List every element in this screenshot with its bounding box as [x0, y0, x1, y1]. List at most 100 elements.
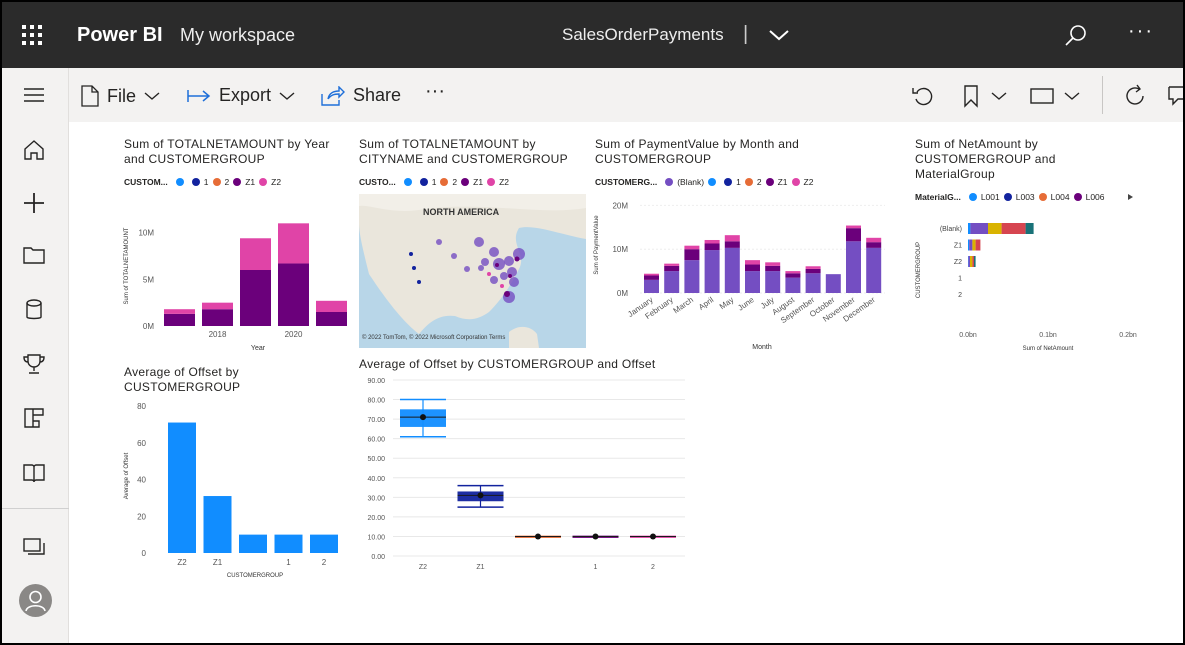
legend-dot: [1003, 193, 1012, 201]
bar: [274, 534, 303, 553]
y-tick-label: 80.00: [367, 398, 385, 405]
chart-month[interactable]: 0M10M20MSum of PaymentValueJanuaryFebrua…: [590, 190, 890, 355]
y-tick-label: 10M: [138, 229, 154, 238]
export-menu-button[interactable]: Export: [187, 85, 295, 106]
export-label: Export: [219, 85, 272, 105]
legend-label: L001: [980, 192, 1000, 202]
visual-title-box-offset: Average of Offset by CUSTOMERGROUP and O…: [359, 357, 656, 371]
mean-point: [650, 533, 656, 540]
x-tick-label: Z2: [177, 558, 187, 567]
legend-label: 1: [431, 177, 437, 187]
create-icon[interactable]: [22, 191, 46, 215]
y-tick-label: 0M: [617, 289, 628, 298]
x-tick-label: March: [672, 295, 695, 315]
x-tick-label: June: [736, 295, 756, 313]
x-tick-label: May: [718, 295, 736, 311]
bar-l003: [988, 223, 1002, 234]
bar-z2: [846, 225, 861, 229]
bar-z1: [724, 241, 740, 248]
bar-z1: [785, 273, 801, 278]
bar-z2: [664, 263, 680, 266]
home-icon[interactable]: [22, 138, 46, 162]
bar-blank: [805, 273, 821, 293]
bar-blank: [825, 274, 841, 293]
share-button[interactable]: Share: [321, 85, 401, 106]
chevron-down-icon[interactable]: [768, 28, 790, 42]
reset-icon[interactable]: [911, 84, 935, 108]
menu-icon[interactable]: [22, 83, 46, 107]
map-visual[interactable]: NORTH AMERICA © 2022 TomTom, © 2022 Micr…: [359, 194, 586, 348]
legend-dot: [191, 178, 200, 186]
file-icon: [81, 85, 99, 107]
comment-icon[interactable]: [1166, 84, 1185, 108]
visual-title-year: Sum of TOTALNETAMOUNT by Year and CUSTOM…: [124, 137, 330, 166]
map-attribution[interactable]: © 2022 TomTom, © 2022 Microsoft Corporat…: [362, 335, 505, 341]
legend-title: CUSTOM...: [124, 177, 168, 187]
y-tick-label: 2: [958, 292, 962, 299]
y-tick-label: (Blank): [940, 226, 962, 233]
legend-year: CUSTOM... 1 2 Z1 Z2: [124, 177, 281, 187]
file-label: File: [107, 85, 137, 106]
y-axis-label: Sum of TOTALNETAMOUNT: [124, 227, 130, 304]
legend-city: CUSTO... 1 2 Z1 Z2: [359, 177, 509, 187]
legend-dot: [765, 178, 774, 186]
bar-z2: [644, 273, 659, 276]
x-tick-label: 0.1bn: [1039, 332, 1057, 339]
legend-dot: [233, 178, 242, 186]
chart-material[interactable]: (Blank) Z1 Z2 1 2 0.0bn 0.1bn 0.2bn Sum of NetAm…: [910, 210, 1150, 360]
x-tick-label: 0.0bn: [959, 332, 977, 339]
bar: [168, 422, 196, 553]
bar-blank: [684, 260, 700, 293]
bookmark-icon[interactable]: [962, 84, 1008, 108]
chart-box-offset[interactable]: 0.00 10.00 20.00 30.00 40.00 50.00 60.00 70.00 8…: [355, 372, 695, 582]
mean-point: [535, 533, 541, 540]
legend-label: 2: [452, 177, 458, 187]
bar-z1: [745, 264, 760, 272]
chart-avg-offset[interactable]: 0 20 40 60 80 Average of Offset Z2 Z1 1 2 CUSTOMER…: [118, 396, 348, 586]
y-tick-label: 40.00: [367, 476, 385, 483]
legend-dot: [403, 178, 412, 186]
bar-z2: [745, 260, 760, 265]
map-canvas: [359, 194, 586, 348]
view-icon[interactable]: [1029, 84, 1083, 108]
brand-logo[interactable]: Power BI: [77, 24, 163, 47]
chevron-down-icon: [144, 92, 160, 100]
toolbar-more-icon[interactable]: ···: [425, 80, 445, 103]
y-axis-label: Sum of PaymentValue: [594, 215, 600, 275]
x-tick-label: 2018: [209, 330, 227, 339]
more-options-icon[interactable]: ···: [1128, 20, 1154, 43]
chevron-down-icon: [279, 91, 295, 100]
bar-z2: [202, 302, 233, 310]
goals-icon[interactable]: [22, 352, 46, 376]
bar-l006: [1025, 223, 1034, 234]
x-tick-label: 2020: [285, 330, 303, 339]
legend-next-icon[interactable]: [1126, 193, 1134, 201]
left-nav: [0, 68, 69, 645]
bar-z2: [316, 300, 347, 312]
y-tick-label: Z1: [954, 243, 962, 250]
bar-z1: [664, 265, 680, 272]
learn-icon[interactable]: [22, 461, 46, 485]
top-bar: Power BI My workspace SalesOrderPayments…: [0, 0, 1185, 68]
refresh-icon[interactable]: [1122, 83, 1148, 109]
file-menu-button[interactable]: File: [81, 85, 160, 107]
bar-l006: [974, 256, 976, 267]
datahub-icon[interactable]: [22, 298, 46, 322]
browse-icon[interactable]: [22, 243, 46, 267]
mean-point: [592, 533, 599, 540]
app-launcher-icon[interactable]: [22, 25, 42, 45]
legend-label: 1: [736, 177, 741, 187]
legend-label: Z1: [777, 177, 788, 187]
legend-label: (Blank): [677, 177, 705, 187]
chart-year[interactable]: 0M 5M 10M Sum of TOTALNETAMOUNT 2018 2020 Year: [118, 196, 358, 356]
legend-label: L004: [1050, 192, 1070, 202]
workspace-link[interactable]: My workspace: [180, 25, 295, 46]
account-avatar[interactable]: [19, 584, 52, 617]
x-tick-label: 1: [286, 558, 291, 567]
search-icon[interactable]: [1064, 24, 1088, 48]
visual-title-material: Sum of NetAmount by CUSTOMERGROUP and Ma…: [915, 137, 1056, 181]
workspaces-icon[interactable]: [22, 535, 46, 559]
apps-icon[interactable]: [22, 406, 46, 430]
legend-title: MaterialG...: [915, 192, 961, 202]
legend-month: CUSTOMERG... (Blank) 1 2 Z1 Z2: [595, 177, 813, 187]
